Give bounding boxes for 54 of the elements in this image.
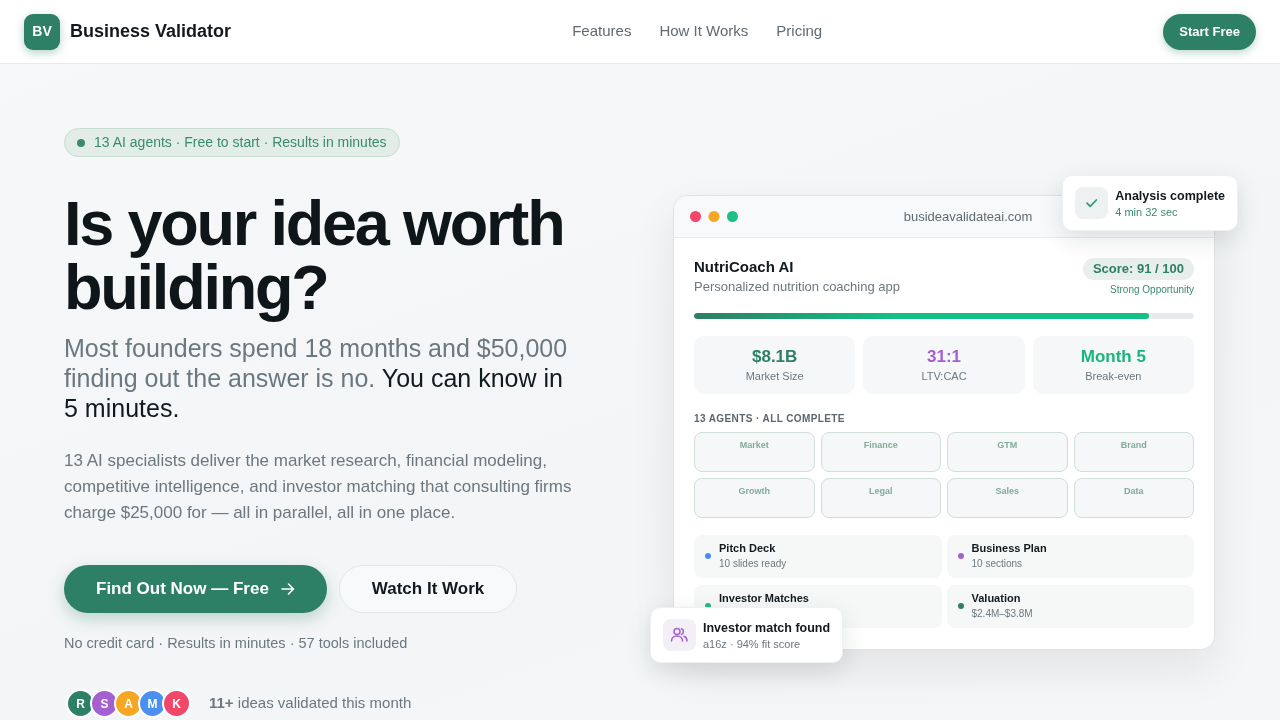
toast-title: Analysis complete (1115, 187, 1225, 204)
stat-value: 31:1 (926, 347, 961, 367)
people-icon (663, 619, 696, 651)
avatar: A (114, 689, 143, 718)
stat-value: $8.1B (751, 347, 798, 367)
deliverable-detail: $2.4M–$3.8M (971, 607, 1033, 620)
avatar: S (90, 689, 119, 718)
brand-name: Business Validator (70, 20, 232, 43)
deliverable-title: Business Plan (971, 542, 1047, 555)
stat-label: Market Size (745, 369, 804, 383)
url-text: busideavalidateai.com (903, 207, 1033, 226)
fine-print: No credit card · Results in minutes · 57 tools included (64, 634, 408, 653)
status-dot-icon (77, 138, 85, 147)
social-proof-text: 11+ ideas validated this month (209, 693, 412, 714)
nav-link[interactable]: Features (572, 20, 632, 43)
stat-label: Break-even (1085, 369, 1142, 383)
avatar: R (66, 689, 95, 718)
logo-mark: BV (24, 13, 60, 50)
window-controls-icon (690, 211, 738, 222)
avatar: K (162, 689, 191, 718)
stat-label: LTV:CAC (921, 369, 967, 383)
arrow-right-icon (280, 583, 295, 595)
deliverable-title: Valuation (971, 592, 1021, 605)
agent-label: Data (1124, 486, 1144, 497)
verdict-text: Strong Opportunity (1110, 284, 1194, 296)
agent-label: Finance (863, 440, 898, 451)
agent-label: Market (739, 440, 769, 451)
agent-label: Brand (1120, 440, 1147, 451)
project-name: NutriCoach AI (694, 258, 794, 276)
toast-detail: a16z · 94% fit score (703, 636, 801, 651)
check-icon (1075, 187, 1109, 219)
avatar: M (138, 689, 167, 718)
score-pill: Score: 91 / 100 (1082, 258, 1194, 280)
start-free-button[interactable]: Start Free (1163, 13, 1256, 50)
agent-label: Sales (995, 486, 1019, 497)
hero-subheadline: Most founders spend 18 months and $50,000 finding out the answer is no. You can know in 5 minutes. (64, 333, 569, 423)
deliverable-detail: 10 sections (971, 557, 1023, 570)
toast-detail: 4 min 32 sec (1115, 204, 1178, 219)
hero-description: 13 AI specialists deliver the market research, financial modeling, competitive intelligence, and investor matching that consulting firms charge $25,000 for — all in parallel, all in one place. (64, 450, 573, 524)
nav-link[interactable]: Pricing (776, 20, 823, 43)
agents-heading: 13 AGENTS · ALL COMPLETE (694, 412, 846, 425)
badge-text: 13 AI agents · Free to start · Results in minutes (94, 133, 387, 152)
deliverable-title: Investor Matches (719, 592, 809, 605)
agent-label: GTM (997, 440, 1018, 451)
project-tagline: Personalized nutrition coaching app (694, 278, 900, 295)
watch-it-work-button[interactable]: Watch It Work (338, 565, 518, 613)
agent-label: Growth (738, 486, 770, 497)
deliverable-detail: 10 slides ready (719, 557, 787, 570)
agent-label: Legal (869, 486, 893, 497)
find-out-now-button[interactable]: Find Out Now — Free (64, 565, 327, 613)
stat-value: Month 5 (1080, 347, 1146, 367)
toast-title: Investor match found (703, 619, 831, 636)
nav-link[interactable]: How It Works (659, 20, 749, 43)
deliverable-title: Pitch Deck (719, 542, 776, 555)
